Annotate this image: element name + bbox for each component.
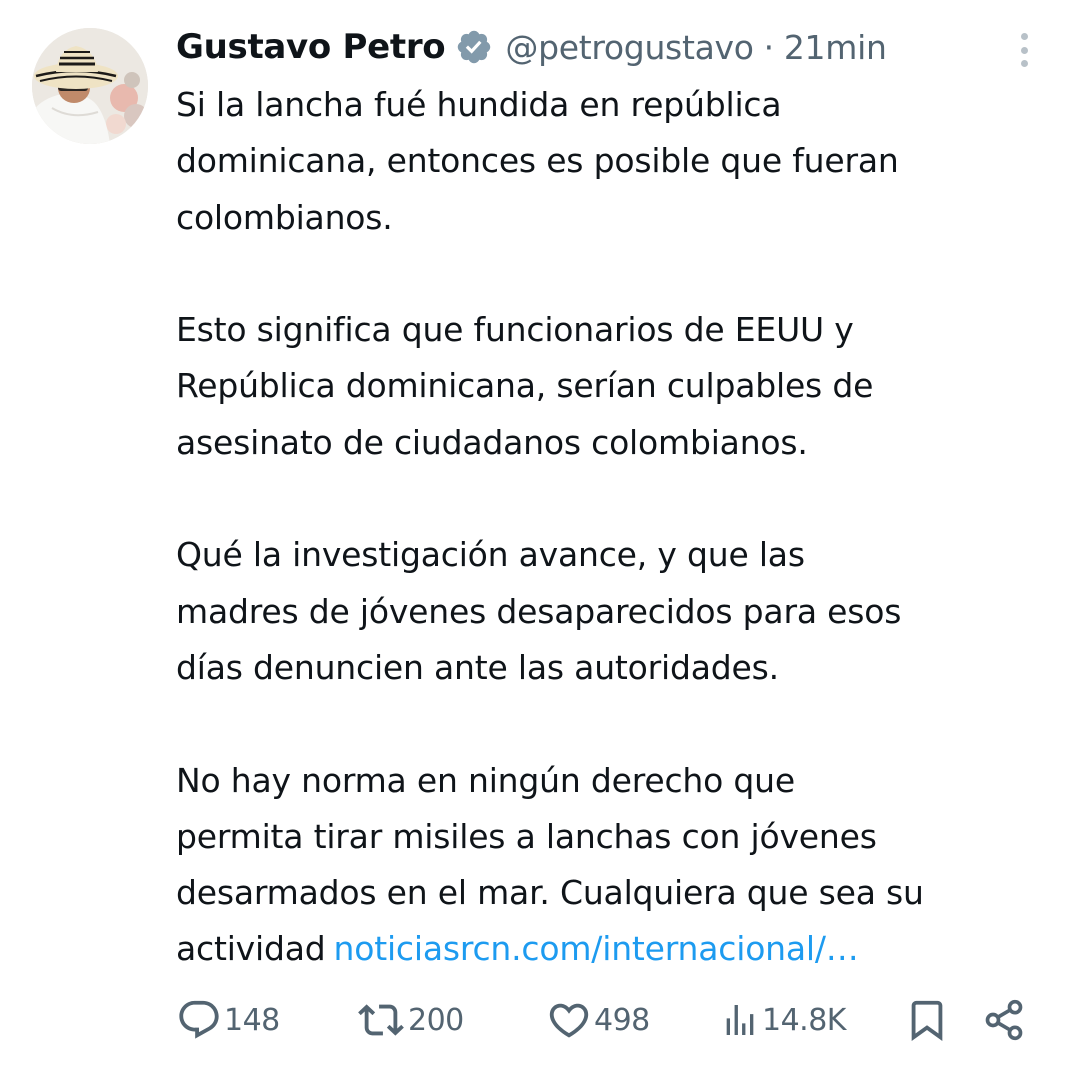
text-line: desarmados en el mar. Cualquiera que sea… — [176, 873, 924, 913]
text-line: colombianos. — [176, 197, 393, 237]
avatar[interactable] — [32, 28, 148, 144]
more-dot — [1020, 60, 1028, 67]
article-link[interactable]: noticiasrcn.com/internacional/… — [334, 929, 859, 968]
text-line: Esto significa que funcionarios de EEUU … — [176, 310, 854, 350]
tweet-header: Gustavo Petro @petrogustavo · 21min — [176, 20, 887, 74]
like-button[interactable]: 498 — [546, 988, 650, 1052]
views-count: 14.8K — [762, 1002, 846, 1038]
header-separator: · — [763, 27, 775, 67]
text-line: No hay norma en ningún derecho que — [176, 760, 795, 800]
reply-icon — [179, 1000, 219, 1039]
action-bar: 148 200 498 14.8K — [0, 988, 1080, 1052]
bookmark-icon — [911, 1000, 943, 1041]
reply-count: 148 — [224, 1002, 280, 1038]
tweet[interactable]: Gustavo Petro @petrogustavo · 21min Si l… — [0, 0, 1080, 1068]
text-line: asesinato de ciudadanos colombianos. — [176, 422, 808, 462]
text-line: días denuncien ante las autoridades. — [176, 647, 779, 687]
more-dot — [1020, 33, 1028, 40]
timestamp[interactable]: 21min — [784, 28, 887, 67]
views-button[interactable]: 14.8K — [720, 988, 846, 1052]
text-line: permita tirar misiles a lanchas con jóve… — [176, 816, 877, 856]
like-icon — [549, 1003, 589, 1038]
text-line: Qué la investigación avance, y que las — [176, 535, 805, 575]
tweet-paragraph: Esto significa que funcionarios de EEUU … — [176, 302, 1056, 471]
tweet-paragraph: Qué la investigación avance, y que las m… — [176, 527, 1056, 696]
text-line: actividad — [176, 929, 326, 969]
more-dot — [1020, 46, 1028, 54]
text-line-last: actividad noticiasrcn.com/internacional/… — [176, 921, 1056, 977]
like-count: 498 — [594, 1002, 650, 1038]
text-line: madres de jóvenes desaparecidos para eso… — [176, 591, 902, 631]
tweet-text: Si la lancha fué hundida en república do… — [176, 77, 1056, 978]
repost-icon — [358, 1004, 404, 1036]
verified-badge-icon[interactable] — [455, 28, 493, 66]
reply-button[interactable]: 148 — [176, 988, 280, 1052]
views-icon — [726, 1005, 754, 1035]
tweet-paragraph: Si la lancha fué hundida en república do… — [176, 77, 1056, 246]
text-line: República dominicana, serían culpables d… — [176, 366, 874, 406]
repost-button[interactable]: 200 — [356, 988, 464, 1052]
user-handle[interactable]: @petrogustavo — [505, 28, 754, 67]
text-line: dominicana, entonces es posible que fuer… — [176, 141, 899, 181]
tweet-paragraph: No hay norma en ningún derecho que permi… — [176, 753, 1056, 978]
text-line: Si la lancha fué hundida en república — [176, 85, 782, 124]
repost-count: 200 — [408, 1002, 464, 1038]
share-icon — [985, 999, 1023, 1041]
more-options-icon[interactable] — [1006, 28, 1042, 72]
display-name[interactable]: Gustavo Petro — [176, 27, 446, 67]
share-button[interactable] — [982, 988, 1026, 1052]
bookmark-button[interactable] — [904, 988, 950, 1052]
